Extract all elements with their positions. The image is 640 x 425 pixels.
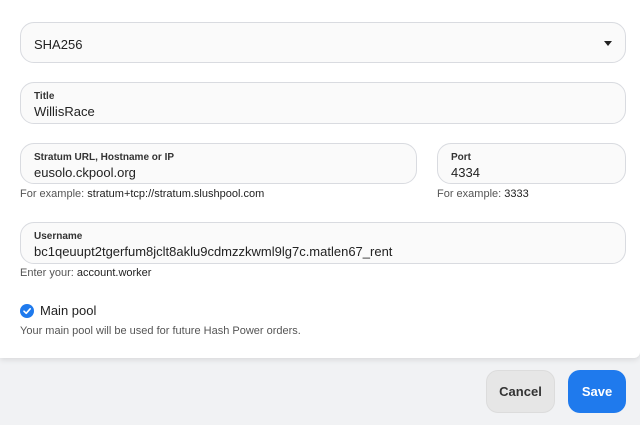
stratum-url-hint-prefix: For example: <box>20 188 85 200</box>
stratum-url-label: Stratum URL, Hostname or IP <box>34 152 175 163</box>
stratum-url-hint-example: stratum+tcp://stratum.slushpool.com <box>87 188 265 200</box>
username-hint-prefix: Enter your: <box>20 267 74 279</box>
port-hint-prefix: For example: <box>437 188 502 200</box>
checkmark-icon <box>23 308 31 315</box>
port-value: 4334 <box>451 165 480 180</box>
stratum-url-field[interactable]: Stratum URL, Hostname or IP eusolo.ckpoo… <box>20 143 417 184</box>
stratum-url-value: eusolo.ckpool.org <box>34 165 136 180</box>
algorithm-select[interactable]: SHA256 <box>20 22 626 63</box>
port-field[interactable]: Port 4334 <box>437 143 626 184</box>
username-value: bc1qeuupt2tgerfum8jclt8aklu9cdmzzkwml9lg… <box>34 244 393 259</box>
username-hint: Enter your: account.worker <box>20 267 151 279</box>
title-value: WillisRace <box>34 104 95 119</box>
port-hint: For example: 3333 <box>437 188 529 200</box>
username-label: Username <box>34 231 83 242</box>
stratum-url-hint: For example: stratum+tcp://stratum.slush… <box>20 188 264 200</box>
cancel-button[interactable]: Cancel <box>486 370 555 413</box>
main-pool-label: Main pool <box>40 303 97 318</box>
main-pool-description: Your main pool will be used for future H… <box>20 325 301 337</box>
port-hint-example: 3333 <box>504 188 529 200</box>
main-pool-checkbox[interactable] <box>20 304 34 318</box>
title-field[interactable]: Title WillisRace <box>20 82 626 124</box>
title-label: Title <box>34 91 55 102</box>
username-field[interactable]: Username bc1qeuupt2tgerfum8jclt8aklu9cdm… <box>20 222 626 264</box>
username-hint-example: account.worker <box>76 267 152 279</box>
pool-form-card: SHA256 Title WillisRace Stratum URL, Hos… <box>0 0 640 358</box>
chevron-down-icon <box>604 41 612 46</box>
save-button[interactable]: Save <box>568 370 626 413</box>
port-label: Port <box>451 152 471 163</box>
algorithm-value: SHA256 <box>34 37 83 52</box>
